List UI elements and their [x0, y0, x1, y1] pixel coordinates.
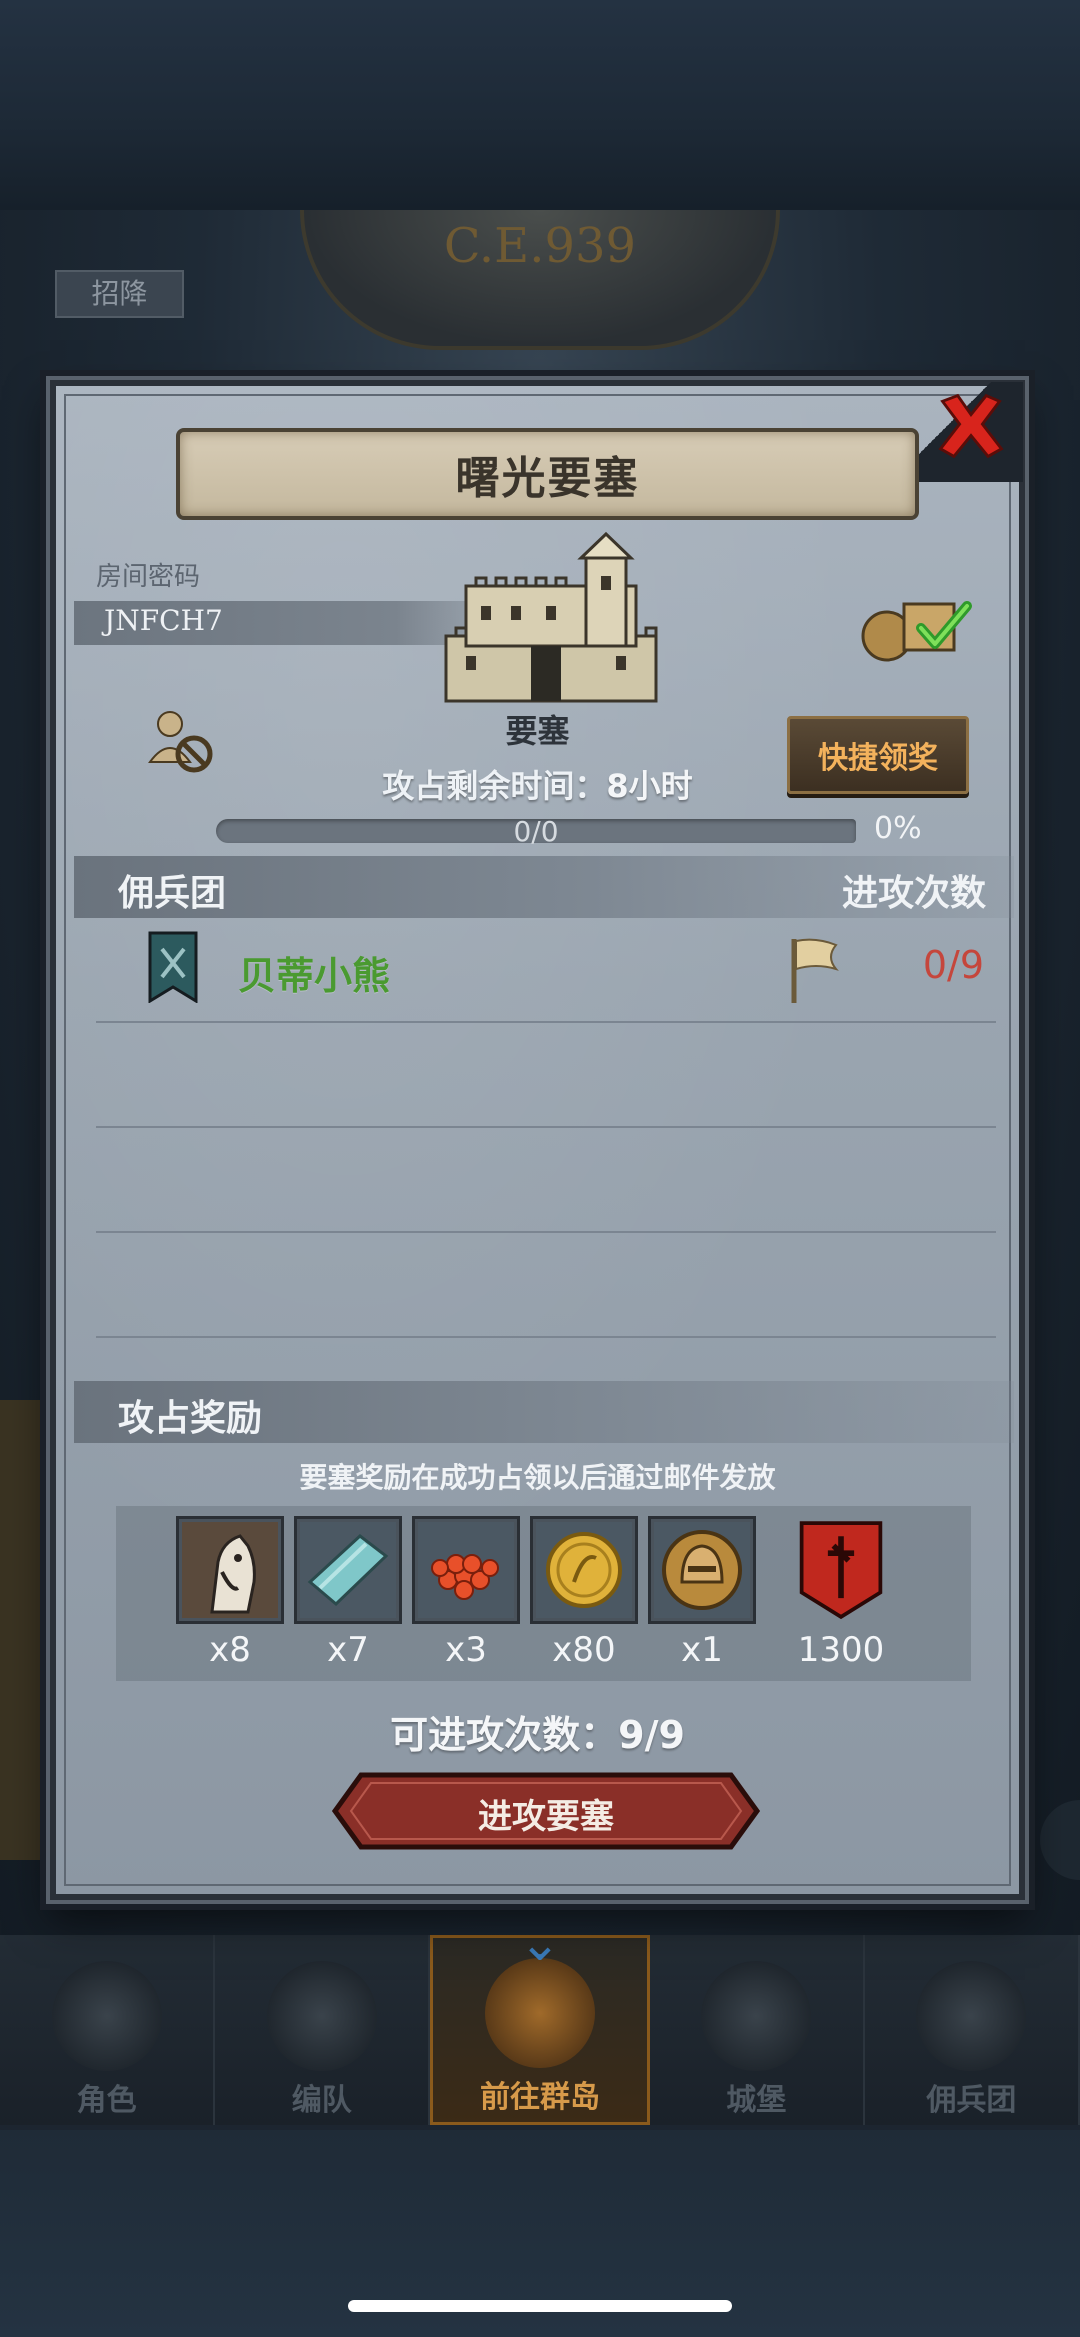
- list-divider: [96, 1336, 996, 1338]
- reward-item-gold-coin[interactable]: x80: [530, 1516, 638, 1670]
- ship-icon: [916, 1961, 1027, 2071]
- progress-percent: 0%: [874, 811, 922, 846]
- flag-icon: [791, 938, 839, 1003]
- nav-label: 佣兵团: [926, 2083, 1017, 2118]
- mercenary-name: 贝蒂小熊: [238, 954, 391, 998]
- reward-item-horse[interactable]: x8: [176, 1516, 284, 1670]
- nav-label: 前往群岛: [480, 2080, 600, 2115]
- dialog-title: 曙光要塞: [455, 453, 640, 504]
- side-panel-left: [0, 1400, 48, 1860]
- nav-label: 编队: [291, 2083, 352, 2118]
- attack-count-header-label: 进攻次数: [841, 873, 986, 914]
- gold-coin-icon: [536, 1522, 632, 1618]
- mercenary-banner-icon: [148, 931, 198, 1003]
- year-label: C.E.939: [443, 218, 637, 274]
- year-dial: C.E.939: [300, 210, 780, 350]
- mercenary-header-label: 佣兵团: [118, 873, 227, 914]
- nav-label: 角色: [76, 2083, 137, 2118]
- reward-count: x7: [327, 1630, 369, 1670]
- reward-count: 1300: [797, 1630, 885, 1670]
- reward-count: x1: [681, 1630, 723, 1670]
- reward-item-berries[interactable]: x3: [412, 1516, 520, 1670]
- occupy-time-label: 攻占剩余时间：: [382, 767, 607, 805]
- reward-count: x80: [552, 1630, 616, 1670]
- recruit-chip: 招降: [55, 270, 184, 318]
- reward-count: x3: [445, 1630, 487, 1670]
- reward-panel: x8 x7 x3 x80 x1 1300: [116, 1506, 971, 1681]
- home-indicator[interactable]: [348, 2300, 732, 2312]
- helmet-icon: [654, 1522, 750, 1618]
- nav-label: 城堡: [726, 2083, 787, 2118]
- list-divider: [96, 1231, 996, 1233]
- fortress-castle-icon: [444, 531, 658, 703]
- available-attacks-label: 可进攻次数：: [390, 1713, 619, 1757]
- reward-bag-check-icon: [861, 601, 972, 662]
- mercenary-section-header: 佣兵团 进攻次数: [74, 856, 1014, 918]
- reward-slot: [176, 1516, 284, 1624]
- fortress-dialog: 曙光要塞 房间密码 JNFCH7 要塞 快捷领奖 攻占剩余时间：8小时 0/0 …: [46, 376, 1029, 1904]
- cloth-icon: [300, 1522, 396, 1618]
- nav-item-formation[interactable]: 编队: [215, 1935, 431, 2125]
- occupy-time-remaining: 攻占剩余时间：8小时: [56, 761, 1019, 807]
- knight-icon: [51, 1961, 162, 2071]
- top-backdrop: [0, 0, 1080, 210]
- close-icon: [938, 393, 1004, 459]
- reward-item-cloth[interactable]: x7: [294, 1516, 402, 1670]
- attack-button-label: 进攻要塞: [478, 1797, 614, 1837]
- nav-item-castle[interactable]: 城堡: [650, 1935, 865, 2125]
- nav-item-mercenary[interactable]: 佣兵团: [865, 1935, 1080, 2125]
- berries-icon: [418, 1522, 514, 1618]
- nav-item-character[interactable]: 角色: [0, 1935, 216, 2125]
- helmet-group-icon: [266, 1961, 377, 2071]
- list-divider: [96, 1126, 996, 1128]
- reward-section-header: 攻占奖励: [74, 1381, 1014, 1443]
- room-password-label: 房间密码: [96, 562, 201, 592]
- reward-item-helmet[interactable]: x1: [648, 1516, 756, 1670]
- available-attacks-value: 9/9: [618, 1713, 685, 1757]
- red-banner-icon: [799, 1521, 883, 1620]
- nav-item-islands[interactable]: ⌄ 前往群岛: [430, 1918, 650, 2125]
- occupy-progress-bar: 0/0: [216, 815, 856, 848]
- reward-header-label: 攻占奖励: [118, 1398, 263, 1439]
- reward-note: 要塞奖励在成功占领以后通过邮件发放: [299, 1461, 776, 1494]
- reward-slot: [648, 1516, 756, 1624]
- occupy-time-value: 8小时: [606, 767, 693, 805]
- available-attacks: 可进攻次数：9/9: [56, 1704, 1019, 1759]
- room-code[interactable]: JNFCH7: [104, 604, 223, 637]
- reward-slot: [530, 1516, 638, 1624]
- progress-text: 0/0: [513, 815, 559, 848]
- horse-icon: [182, 1522, 278, 1618]
- reward-count: x8: [209, 1630, 251, 1670]
- close-button[interactable]: [931, 386, 1011, 466]
- list-item[interactable]: 贝蒂小熊 0/9: [96, 921, 996, 1023]
- mercenary-attack-count: 0/9: [922, 943, 984, 987]
- compass-icon: [485, 1958, 595, 2068]
- attack-fortress-button[interactable]: 进攻要塞: [331, 1771, 761, 1851]
- title-banner: 曙光要塞: [176, 428, 919, 520]
- reward-slot: [412, 1516, 520, 1624]
- reward-slot: [771, 1516, 911, 1624]
- reward-item-red-banner[interactable]: 1300: [771, 1516, 911, 1670]
- bottom-nav: 角色 编队 ⌄ 前往群岛 城堡 佣兵团: [0, 1918, 1080, 2125]
- reward-slot: [294, 1516, 402, 1624]
- castle-icon: [701, 1961, 812, 2071]
- chevron-down-icon: ⌄: [519, 1914, 561, 1972]
